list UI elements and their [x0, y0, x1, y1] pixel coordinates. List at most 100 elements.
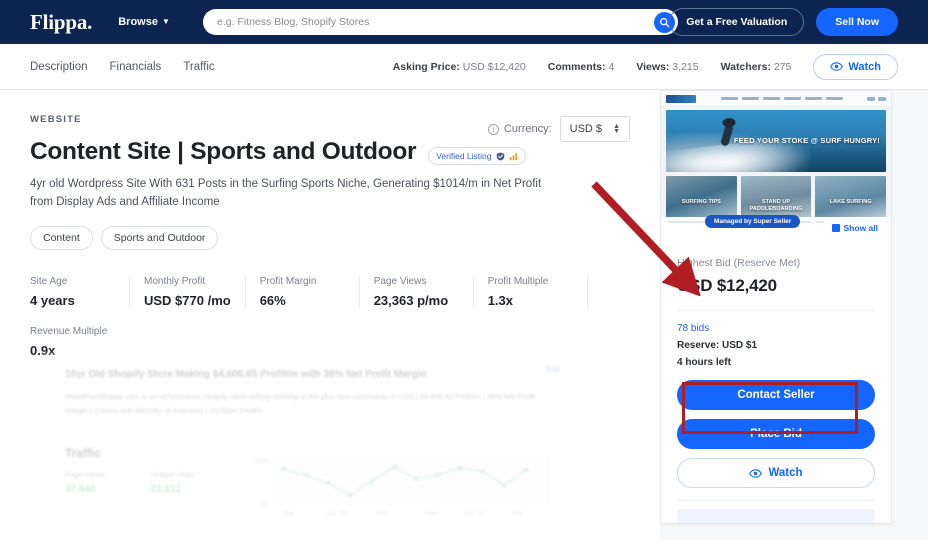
- faded-background-panel: Edit 10yr Old Shopify Store Making $4,60…: [42, 352, 577, 540]
- faded-metric-unique-visits-value: 23,812: [150, 484, 194, 495]
- keystat-profit-multiple: Profit Multiple 1.3x: [488, 276, 588, 308]
- keystat-monthly-profit-value: USD $770 /mo: [144, 293, 231, 308]
- svg-text:0k: 0k: [260, 502, 268, 509]
- keystat-profit-multiple-key: Profit Multiple: [488, 276, 573, 287]
- page-body: i Currency: USD $ ▲▼ WEBSITE Content Sit…: [0, 90, 928, 540]
- info-icon[interactable]: i: [488, 124, 499, 135]
- preview-tile-surfing-tips-label: SURFING TIPS: [666, 199, 737, 206]
- preview-site-header: [661, 91, 891, 107]
- keystat-site-age: Site Age 4 years: [30, 276, 130, 308]
- highest-bid-value: USD $12,420: [677, 276, 875, 296]
- bid-meta-block: 78 bids Reserve: USD $1 4 hours left: [661, 311, 891, 368]
- sub-nav-tabs: Description Financials Traffic: [30, 61, 215, 73]
- keystat-revenue-multiple-key: Revenue Multiple: [30, 326, 107, 337]
- gallery-icon: [832, 224, 840, 232]
- watch-button-card-label: Watch: [768, 467, 802, 479]
- stat-views-value: 3,215: [672, 61, 698, 73]
- browse-label: Browse: [118, 16, 158, 28]
- preview-site-menu: [700, 97, 863, 100]
- get-free-valuation-button[interactable]: Get a Free Valuation: [669, 8, 804, 36]
- super-seller-badge: Managed by Super Seller: [705, 215, 800, 228]
- preview-tile-paddleboarding-label: STAND UP PADDLEBOARDING: [741, 199, 812, 213]
- watch-button-nav-label: Watch: [848, 61, 881, 73]
- currency-select[interactable]: USD $ ▲▼: [560, 116, 630, 142]
- svg-text:Jun '20: Jun '20: [326, 510, 347, 517]
- bids-count-link[interactable]: 78 bids: [677, 323, 875, 334]
- keystat-monthly-profit-key: Monthly Profit: [144, 276, 231, 287]
- show-all-button[interactable]: Show all: [824, 220, 886, 236]
- keystat-profit-margin-value: 66%: [260, 293, 345, 308]
- preview-hero-banner: FEED YOUR STOKE @ SURF HUNGRY!: [666, 110, 886, 172]
- chevron-down-icon: ▼: [162, 18, 170, 26]
- preview-hero-text: FEED YOUR STOKE @ SURF HUNGRY!: [734, 136, 880, 145]
- reserve-line: Reserve: USD $1: [677, 340, 875, 351]
- faded-edit-link: Edit: [546, 365, 560, 374]
- svg-text:Mar: Mar: [512, 510, 524, 517]
- faded-panel-title: 10yr Old Shopify Store Making $4,606.65 …: [65, 369, 554, 380]
- listing-tags: Content Sports and Outdoor: [30, 226, 630, 250]
- site-preview-thumbnail[interactable]: FEED YOUR STOKE @ SURF HUNGRY! SURFING T…: [661, 91, 891, 241]
- flippa-logo[interactable]: Flippa.: [30, 10, 92, 35]
- contact-seller-button[interactable]: Contact Seller: [677, 380, 875, 410]
- tag-content[interactable]: Content: [30, 226, 93, 250]
- keystat-page-views-key: Page Views: [374, 276, 459, 287]
- svg-text:May: May: [282, 510, 295, 517]
- highest-bid-label: Highest Bid (Reserve Met): [677, 257, 875, 269]
- svg-text:May: May: [376, 510, 389, 517]
- watch-button-nav[interactable]: Watch: [813, 54, 898, 80]
- stat-views: Views: 3,215: [636, 61, 698, 73]
- highest-bid-block: Highest Bid (Reserve Met) USD $12,420: [661, 241, 891, 311]
- keystat-profit-margin: Profit Margin 66%: [260, 276, 360, 308]
- keystat-site-age-value: 4 years: [30, 293, 115, 308]
- faded-divider: [65, 431, 554, 432]
- nav-actions: Get a Free Valuation Sell Now: [669, 8, 898, 36]
- place-bid-button[interactable]: Place Bid: [677, 419, 875, 449]
- eye-icon: [749, 469, 762, 478]
- stat-watchers-value: 275: [774, 61, 792, 73]
- stat-watchers: Watchers: 275: [721, 61, 792, 73]
- keystat-profit-margin-key: Profit Margin: [260, 276, 345, 287]
- watch-button-card[interactable]: Watch: [677, 458, 875, 488]
- stat-watchers-key: Watchers:: [721, 61, 771, 73]
- card-bottom-placeholder: [677, 509, 875, 523]
- svg-text:110k: 110k: [254, 458, 269, 465]
- stat-comments-key: Comments:: [548, 61, 606, 73]
- bid-card: FEED YOUR STOKE @ SURF HUNGRY! SURFING T…: [660, 90, 892, 524]
- listing-main-column: i Currency: USD $ ▲▼ WEBSITE Content Sit…: [0, 90, 660, 540]
- browse-menu[interactable]: Browse ▼: [118, 16, 170, 28]
- keystat-profit-multiple-value: 1.3x: [488, 293, 573, 308]
- stat-comments-value: 4: [608, 61, 614, 73]
- tag-sports-and-outdoor[interactable]: Sports and Outdoor: [101, 226, 219, 250]
- shield-check-icon: [496, 152, 505, 161]
- sell-now-button[interactable]: Sell Now: [816, 8, 898, 36]
- svg-text:Jan '20: Jan '20: [464, 510, 485, 517]
- tab-traffic[interactable]: Traffic: [183, 61, 214, 73]
- stat-asking-price-key: Asking Price:: [393, 61, 460, 73]
- listing-sidebar-column: FEED YOUR STOKE @ SURF HUNGRY! SURFING T…: [660, 90, 928, 540]
- verified-listing-label: Verified Listing: [436, 151, 491, 161]
- stat-comments: Comments: 4: [548, 61, 615, 73]
- tab-financials[interactable]: Financials: [110, 61, 162, 73]
- card-bottom-divider: [677, 500, 875, 501]
- show-all-label: Show all: [844, 223, 878, 233]
- keystat-monthly-profit: Monthly Profit USD $770 /mo: [144, 276, 246, 308]
- faded-panel-body: HeartPlusShoppe.com is an eCommerce Shop…: [65, 390, 554, 419]
- search-input[interactable]: [217, 16, 654, 28]
- currency-label: i Currency:: [488, 123, 552, 135]
- stat-views-key: Views:: [636, 61, 669, 73]
- faded-metric-unique-visits: Unique Visits 23,812: [150, 470, 194, 495]
- search-bar[interactable]: [203, 9, 678, 35]
- top-navigation-bar: Flippa. Browse ▼ Get a Free Valuation Se…: [0, 0, 928, 44]
- time-left-line: 4 hours left: [677, 357, 875, 368]
- faded-metric-page-views: Page Views 37,940: [65, 470, 104, 495]
- keystat-page-views: Page Views 23,363 p/mo: [374, 276, 474, 308]
- stat-asking-price: Asking Price: USD $12,420: [393, 61, 526, 73]
- tab-description[interactable]: Description: [30, 61, 88, 73]
- bar-chart-icon: [509, 152, 518, 161]
- bid-card-actions: Contact Seller Place Bid Watch: [661, 368, 891, 488]
- verified-listing-badge[interactable]: Verified Listing: [428, 147, 525, 165]
- faded-metric-page-views-value: 37,940: [65, 484, 104, 495]
- preview-tile-lake-surfing-label: LAKE SURFING: [815, 199, 886, 206]
- stat-asking-price-value: USD $12,420: [463, 61, 526, 73]
- listing-key-stats: Site Age 4 years Monthly Profit USD $770…: [30, 276, 630, 358]
